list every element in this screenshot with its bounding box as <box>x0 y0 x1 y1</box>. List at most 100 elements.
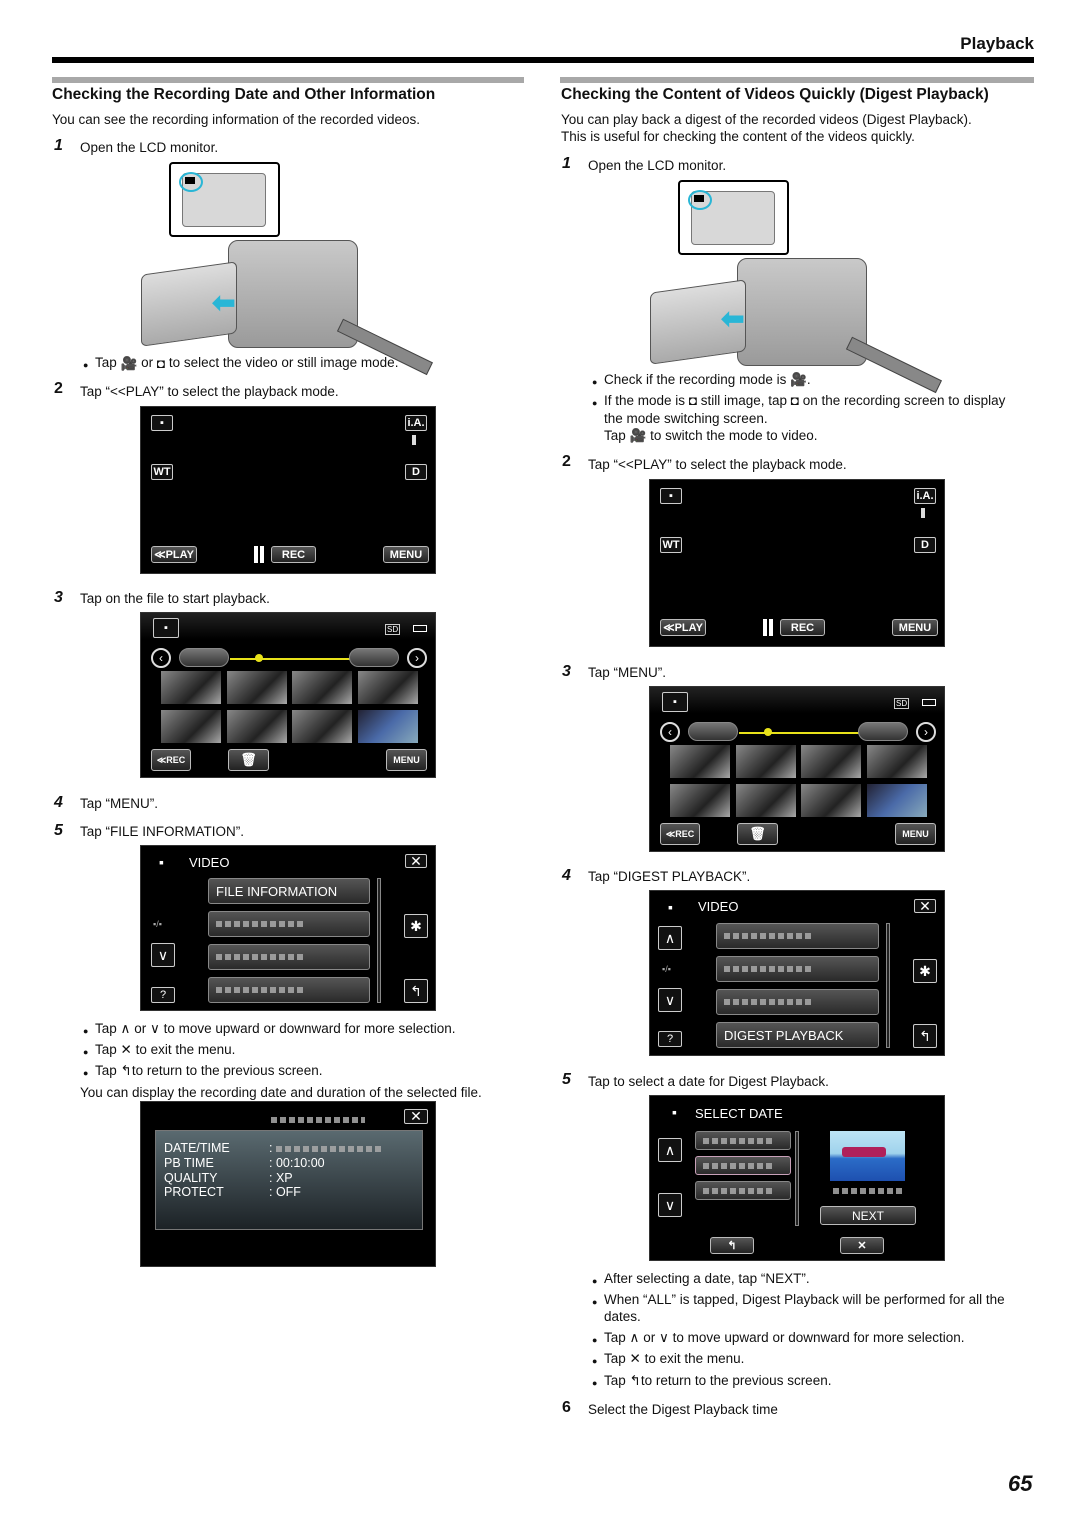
wt-button[interactable]: WT <box>660 537 682 553</box>
back-button[interactable]: ↰ <box>913 1024 937 1048</box>
text: to exit the menu. <box>135 1042 236 1057</box>
menu-item[interactable] <box>716 989 879 1015</box>
thumbnail[interactable] <box>736 784 796 817</box>
thumbnail[interactable] <box>867 784 927 817</box>
thumbnail[interactable] <box>227 710 287 743</box>
timeline-handle[interactable] <box>255 654 263 662</box>
page-indicator: ▪/▪ <box>662 964 671 974</box>
scrollbar[interactable] <box>886 923 890 1048</box>
menu-button[interactable]: MENU <box>383 546 429 563</box>
video-mode-button[interactable]: ▪ <box>660 488 682 504</box>
thumbnail[interactable] <box>227 671 287 704</box>
prev-button[interactable]: ‹ <box>151 648 171 668</box>
back-button[interactable]: ↰ <box>710 1237 754 1254</box>
up-button[interactable]: ∧ <box>658 1138 682 1162</box>
text: to return to the previous screen. <box>131 1063 323 1078</box>
next-button[interactable]: › <box>407 648 427 668</box>
thumbnail[interactable] <box>736 745 796 778</box>
thumbnail[interactable] <box>161 671 221 704</box>
menu-item[interactable] <box>716 956 879 982</box>
menu-item[interactable] <box>208 977 370 1003</box>
play-button[interactable]: ≪PLAY <box>660 619 706 636</box>
thumbnail[interactable] <box>801 745 861 778</box>
step-text: Open the LCD monitor. <box>80 140 219 155</box>
thumbnail[interactable] <box>292 710 352 743</box>
menu-button[interactable]: MENU <box>895 823 936 845</box>
video-mode-button[interactable]: ▪ <box>153 618 179 638</box>
next-date-button[interactable] <box>349 648 399 667</box>
up-button[interactable]: ∧ <box>658 926 682 950</box>
display-note: You can display the recording date and d… <box>80 1085 482 1100</box>
date-item-selected[interactable] <box>695 1156 791 1175</box>
menu-button[interactable]: MENU <box>892 619 938 636</box>
date-item[interactable] <box>695 1181 791 1200</box>
ia-button[interactable]: i.A. <box>914 488 936 504</box>
video-mode-button[interactable]: ▪ <box>662 692 688 712</box>
d-button[interactable]: D <box>405 464 427 480</box>
prev-date-button[interactable] <box>688 722 738 741</box>
close-icon: ✕ <box>120 1042 132 1057</box>
rec-button[interactable]: ≪REC <box>151 749 191 771</box>
close-button[interactable]: ✕ <box>404 1108 428 1124</box>
close-button[interactable]: ✕ <box>405 853 427 869</box>
trash-button[interactable]: 🗑 <box>228 749 269 771</box>
text: . <box>806 372 811 387</box>
thumbnail[interactable] <box>670 784 730 817</box>
timeline-bar[interactable] <box>739 732 859 734</box>
pause-icon <box>254 546 264 563</box>
help-button[interactable]: ? <box>658 1031 682 1047</box>
blurred-text <box>703 1187 773 1194</box>
rec-button[interactable]: ≪REC <box>660 823 700 845</box>
close-button[interactable]: ✕ <box>840 1237 884 1254</box>
ia-button[interactable]: i.A. <box>405 415 427 431</box>
timeline-handle[interactable] <box>764 728 772 736</box>
next-date-button[interactable] <box>858 722 908 741</box>
video-icon: ▪ <box>672 1104 677 1120</box>
down-button[interactable]: ∨ <box>151 943 175 967</box>
wt-button[interactable]: WT <box>151 464 173 480</box>
thumbnail[interactable] <box>867 745 927 778</box>
menu-item[interactable] <box>208 911 370 937</box>
close-button[interactable]: ✕ <box>914 898 936 914</box>
sd-icon: SD <box>894 698 910 709</box>
menu-item[interactable] <box>716 923 879 949</box>
rec-button[interactable]: REC <box>271 546 316 563</box>
step-text: Tap “FILE INFORMATION”. <box>80 824 245 839</box>
thumbnail[interactable] <box>670 745 730 778</box>
scrollbar[interactable] <box>377 878 381 1003</box>
step-number: 1 <box>562 155 571 172</box>
menu-item-file-information[interactable]: FILE INFORMATION <box>208 878 370 904</box>
scrollbar[interactable] <box>795 1131 799 1226</box>
settings-button[interactable]: ✱ <box>913 959 937 983</box>
play-button[interactable]: ≪PLAY <box>151 546 197 563</box>
menu-button[interactable]: MENU <box>386 749 427 771</box>
help-button[interactable]: ? <box>151 987 175 1003</box>
thumbnail[interactable] <box>358 671 418 704</box>
trash-button[interactable]: 🗑 <box>737 823 778 845</box>
timeline-bar[interactable] <box>230 658 350 660</box>
screen-title: SELECT DATE <box>695 1106 783 1121</box>
video-mode-button[interactable]: ▪ <box>151 415 173 431</box>
menu-title: VIDEO <box>189 855 230 870</box>
thumbnail[interactable] <box>801 784 861 817</box>
d-button[interactable]: D <box>914 537 936 553</box>
bullet-back: Tap ↰to return to the previous screen. <box>592 1372 831 1392</box>
prev-button[interactable]: ‹ <box>660 722 680 742</box>
thumbnail[interactable] <box>292 671 352 704</box>
next-button[interactable]: › <box>916 722 936 742</box>
menu-item[interactable] <box>208 944 370 970</box>
prev-date-button[interactable] <box>179 648 229 667</box>
text: to move upward or downward for more sele… <box>672 1330 965 1345</box>
menu-item-digest-playback[interactable]: DIGEST PLAYBACK <box>716 1022 879 1048</box>
step-number: 4 <box>54 794 63 811</box>
rec-button[interactable]: REC <box>780 619 825 636</box>
next-button[interactable]: NEXT <box>820 1206 916 1225</box>
thumbnail[interactable] <box>358 710 418 743</box>
down-button[interactable]: ∨ <box>658 1193 682 1217</box>
video-icon: ▪ <box>159 854 164 870</box>
down-button[interactable]: ∨ <box>658 988 682 1012</box>
back-button[interactable]: ↰ <box>404 979 428 1003</box>
settings-button[interactable]: ✱ <box>404 914 428 938</box>
date-item[interactable] <box>695 1131 791 1150</box>
thumbnail[interactable] <box>161 710 221 743</box>
